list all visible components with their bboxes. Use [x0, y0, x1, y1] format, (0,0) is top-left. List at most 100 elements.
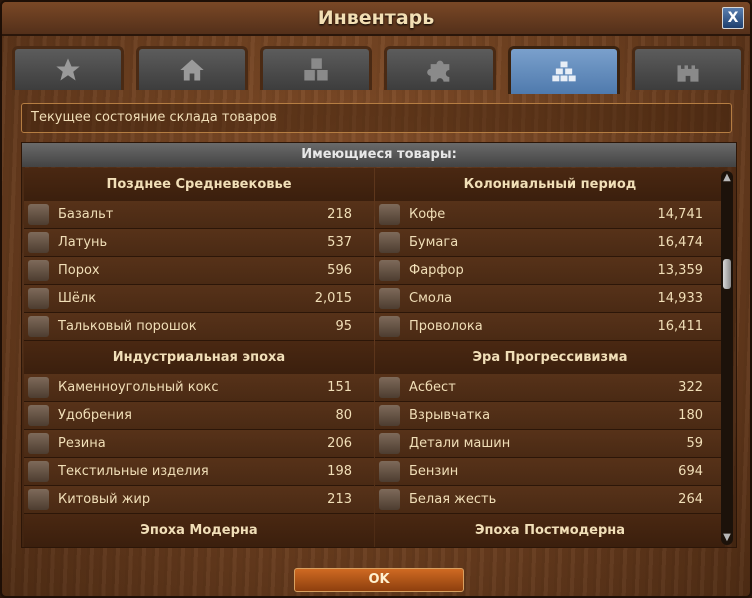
goods-name: Резина: [58, 436, 106, 451]
tab-star[interactable]: [12, 46, 124, 90]
rubber-icon: [28, 433, 49, 454]
vertical-scrollbar[interactable]: ▲ ▼: [721, 171, 733, 545]
goods-count: 206: [327, 436, 352, 451]
panel-header: Имеющиеся товары:: [22, 143, 736, 167]
explosives-icon: [379, 405, 400, 426]
goods-count: 80: [335, 408, 352, 423]
goods-name: Каменноугольный кокс: [58, 380, 219, 395]
goods-count: 14,741: [657, 207, 704, 222]
goods-row: Взрывчатка 180: [375, 402, 725, 430]
goods-name: Фарфор: [409, 263, 464, 278]
goods-count: 694: [678, 464, 703, 479]
close-button[interactable]: X: [722, 7, 744, 29]
goods-row: Асбест 322: [375, 374, 725, 402]
goods-row: Резина 206: [24, 430, 374, 458]
talc-powder-icon: [28, 316, 49, 337]
era-header: Эра Прогрессивизма: [375, 341, 725, 374]
goods-name: Асбест: [409, 380, 456, 395]
goods-name: Белая жесть: [409, 492, 497, 507]
goods-row: Текстильные изделия 198: [24, 458, 374, 486]
goods-stack-icon: [552, 61, 576, 81]
goods-row: Кофе 14,741: [375, 201, 725, 229]
inventory-description: Текущее состояние склада товаров: [21, 103, 732, 133]
basalt-icon: [28, 204, 49, 225]
goods-count: 180: [678, 408, 703, 423]
goods-name: Смола: [409, 291, 453, 306]
silk-icon: [28, 288, 49, 309]
goods-name: Детали машин: [409, 436, 511, 451]
goods-count: 59: [686, 436, 703, 451]
whale-oil-icon: [28, 489, 49, 510]
goods-row: Бумага 16,474: [375, 229, 725, 257]
goods-row: Детали машин 59: [375, 430, 725, 458]
goods-name: Латунь: [58, 235, 108, 250]
goods-name: Удобрения: [58, 408, 132, 423]
goods-count: 537: [327, 235, 352, 250]
goods-count: 16,474: [657, 235, 704, 250]
goods-row: Китовый жир 213: [24, 486, 374, 514]
era-header: Эпоха Постмодерна: [375, 514, 725, 547]
era-header: Позднее Средневековье: [24, 168, 374, 201]
crates-icon: [304, 57, 328, 80]
title-bar: Инвентарь X: [2, 2, 750, 36]
goods-count: 95: [335, 319, 352, 334]
goods-row: Бензин 694: [375, 458, 725, 486]
goods-name: Базальт: [58, 207, 114, 222]
goods-count: 14,933: [657, 291, 704, 306]
ok-button[interactable]: OK: [294, 568, 464, 592]
scroll-down-arrow-icon[interactable]: ▼: [721, 531, 733, 545]
goods-row: Тальковый порошок 95: [24, 313, 374, 341]
goods-row: Каменноугольный кокс 151: [24, 374, 374, 402]
textiles-icon: [28, 461, 49, 482]
goods-name: Тальковый порошок: [58, 319, 197, 334]
era-header: Индустриальная эпоха: [24, 341, 374, 374]
coke-icon: [28, 377, 49, 398]
goods-row: Удобрения 80: [24, 402, 374, 430]
puzzle-icon: [427, 60, 450, 82]
goods-count: 218: [327, 207, 352, 222]
tar-icon: [379, 288, 400, 309]
tab-puzzle[interactable]: [384, 46, 496, 90]
asbestos-icon: [379, 377, 400, 398]
fertilizer-icon: [28, 405, 49, 426]
era-header: Эпоха Модерна: [24, 514, 374, 547]
goods-name: Китовый жир: [58, 492, 151, 507]
brass-icon: [28, 232, 49, 253]
goods-row: Порох 596: [24, 257, 374, 285]
goods-count: 264: [678, 492, 703, 507]
house-icon: [180, 59, 204, 80]
goods-row: Белая жесть 264: [375, 486, 725, 514]
goods-count: 2,015: [314, 291, 352, 306]
goods-name: Порох: [58, 263, 100, 278]
goods-name: Взрывчатка: [409, 408, 491, 423]
era-header: Колониальный период: [375, 168, 725, 201]
goods-count: 151: [327, 380, 352, 395]
goods-name: Шёлк: [58, 291, 97, 306]
goods-name: Кофе: [409, 207, 446, 222]
goods-row: Проволока 16,411: [375, 313, 725, 341]
tab-castle[interactable]: [632, 46, 744, 90]
tab-crates[interactable]: [260, 46, 372, 90]
left-column: Позднее Средневековье Базальт 218 Латунь 5…: [24, 168, 374, 547]
window-title: Инвентарь: [317, 7, 435, 29]
right-column: Колониальный период Кофе 14,741 Бумага 16,…: [375, 168, 725, 547]
gunpowder-icon: [28, 260, 49, 281]
goods-count: 16,411: [657, 319, 704, 334]
tab-bar: [12, 46, 744, 94]
petroleum-icon: [379, 461, 400, 482]
goods-row: Фарфор 13,359: [375, 257, 725, 285]
goods-name: Бензин: [409, 464, 459, 479]
machine-parts-icon: [379, 433, 400, 454]
scroll-up-arrow-icon[interactable]: ▲: [721, 171, 733, 185]
goods-count: 596: [327, 263, 352, 278]
tab-house[interactable]: [136, 46, 248, 90]
porcelain-icon: [379, 260, 400, 281]
goods-count: 198: [327, 464, 352, 479]
goods-name: Текстильные изделия: [58, 464, 209, 479]
goods-name: Бумага: [409, 235, 459, 250]
tab-goods[interactable]: [508, 46, 620, 94]
wire-icon: [379, 316, 400, 337]
scroll-thumb[interactable]: [723, 259, 731, 289]
goods-panel: Имеющиеся товары: Позднее Средневековье …: [21, 142, 737, 548]
tinplate-icon: [379, 489, 400, 510]
